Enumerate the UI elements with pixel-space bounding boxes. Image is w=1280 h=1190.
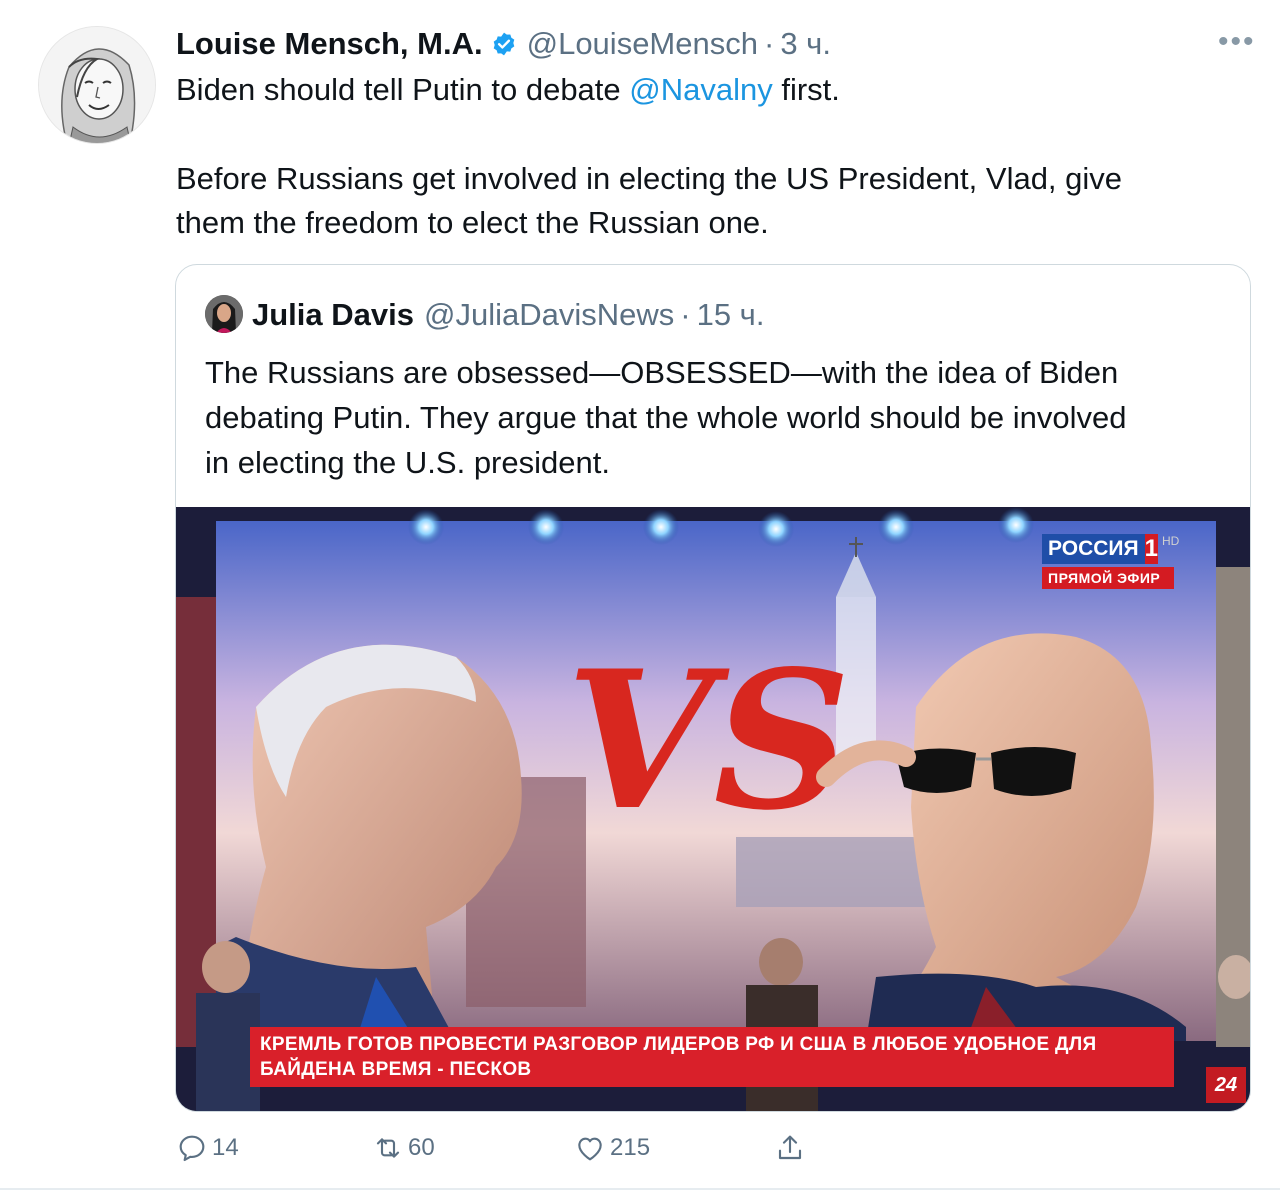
live-broadcast-label: ПРЯМОЙ ЭФИР	[1042, 567, 1174, 589]
quoted-media-image[interactable]: VS РОССИЯ 1 HD ПРЯМОЙ ЭФИР КРЕМЛЬ ГОТОВ …	[176, 507, 1250, 1111]
channel-name: РОССИЯ	[1042, 534, 1145, 564]
tweet-action-bar: 14 60 215	[176, 1128, 836, 1168]
retweet-button[interactable]: 60	[372, 1128, 435, 1168]
author-avatar[interactable]	[38, 26, 156, 144]
share-button[interactable]	[774, 1128, 806, 1168]
broadcast-illustration: VS	[176, 507, 1250, 1111]
quoted-text-line-2: debating Putin. They argue that the whol…	[205, 400, 1127, 435]
tweet-header: Louise Mensch, M.A. @LouiseMensch · 3 ч.	[176, 24, 831, 64]
reply-count: 14	[212, 1134, 239, 1161]
like-count: 215	[610, 1134, 651, 1161]
tweet-text-line-1: Biden should tell Putin to debate @Naval…	[176, 68, 840, 112]
reply-button[interactable]: 14	[176, 1128, 239, 1168]
quoted-avatar-image	[205, 295, 243, 333]
more-horizontal-icon[interactable]: •••	[1218, 27, 1256, 57]
tweet-text-before-mention: Biden should tell Putin to debate	[176, 72, 630, 107]
tweet-timestamp[interactable]: 3 ч.	[780, 26, 831, 62]
quoted-text-line-1: The Russians are obsessed—OBSESSED—with …	[205, 355, 1119, 390]
ticker-line-2: БАЙДЕНА ВРЕМЯ - ПЕСКОВ	[260, 1059, 532, 1080]
avatar-sketch-image	[39, 27, 155, 143]
channel-hd-mark: HD	[1161, 534, 1180, 548]
separator-dot: ·	[680, 297, 691, 332]
verified-badge-icon	[493, 32, 514, 56]
author-name[interactable]: Louise Mensch, M.A.	[176, 26, 483, 62]
retweet-count: 60	[408, 1134, 435, 1161]
quoted-tweet-header: Julia Davis @JuliaDavisNews · 15 ч.	[252, 295, 764, 335]
quoted-author-name[interactable]: Julia Davis	[252, 297, 414, 333]
svg-text:VS: VS	[566, 629, 851, 852]
retweet-icon	[376, 1138, 400, 1158]
quoted-author-handle[interactable]: @JuliaDavisNews	[424, 297, 674, 333]
news-ticker: КРЕМЛЬ ГОТОВ ПРОВЕСТИ РАЗГОВОР ЛИДЕРОВ Р…	[250, 1027, 1174, 1087]
quoted-text-line-3: in electing the U.S. president.	[205, 445, 610, 480]
like-button[interactable]: 215	[574, 1128, 650, 1168]
separator-dot: ·	[763, 26, 775, 61]
ticker-line-1: КРЕМЛЬ ГОТОВ ПРОВЕСТИ РАЗГОВОР ЛИДЕРОВ Р…	[260, 1034, 1097, 1055]
tweet-text-line-2: Before Russians get involved in electing…	[176, 161, 1123, 196]
author-handle[interactable]: @LouiseMensch	[527, 26, 758, 62]
quoted-tweet-timestamp[interactable]: 15 ч.	[697, 297, 765, 333]
corner-badge: 24	[1206, 1067, 1246, 1103]
reply-icon	[179, 1135, 205, 1162]
mention-link-navalny[interactable]: @Navalny	[629, 72, 772, 107]
quoted-tweet-card[interactable]: Julia Davis @JuliaDavisNews · 15 ч. The …	[175, 264, 1251, 1112]
tweet-text-line-3: them the freedom to elect the Russian on…	[176, 205, 769, 240]
tweet-text-after-mention: first.	[772, 72, 840, 107]
quoted-author-avatar[interactable]	[205, 295, 243, 333]
channel-logo: РОССИЯ 1 HD ПРЯМОЙ ЭФИР	[1042, 534, 1179, 590]
share-icon	[778, 1135, 802, 1160]
like-icon	[578, 1137, 602, 1161]
channel-number: 1	[1144, 534, 1158, 564]
